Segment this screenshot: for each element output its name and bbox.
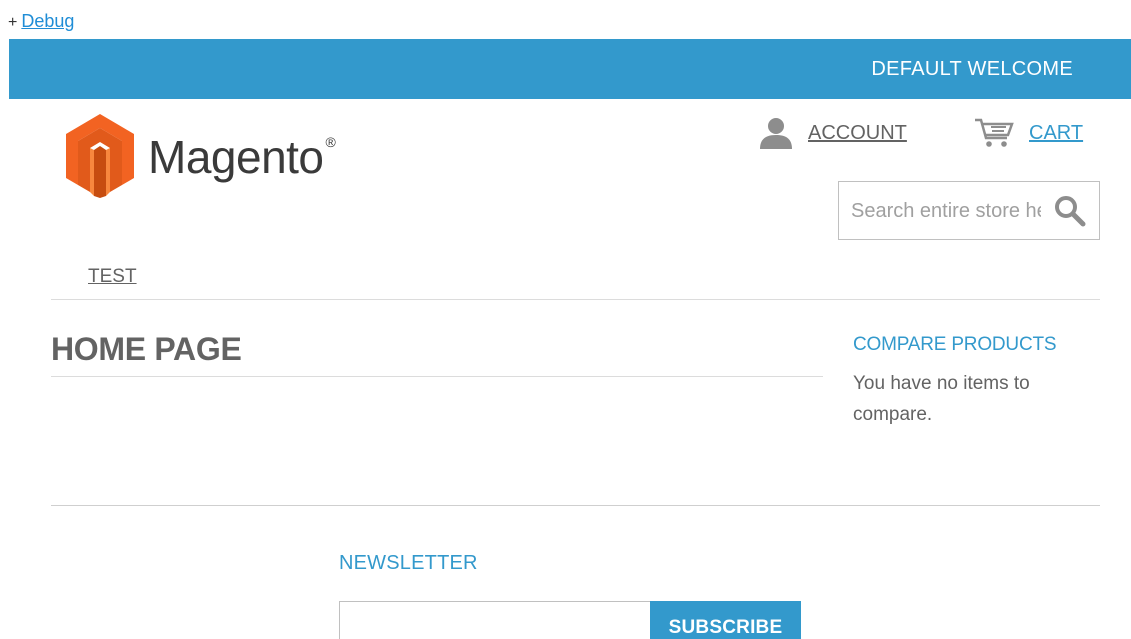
search-icon[interactable]: [1053, 194, 1087, 228]
compare-products-title: COMPARE PRODUCTS: [853, 334, 1057, 355]
search-input[interactable]: [851, 196, 1041, 226]
compare-products-empty-text: You have no items to compare.: [853, 373, 1030, 425]
debug-plus: +: [8, 14, 18, 31]
subscribe-button[interactable]: SUBSCRIBE: [650, 601, 801, 639]
page-title: HOME PAGE: [51, 331, 242, 367]
logo-registered-mark: ®: [325, 134, 336, 150]
debug-link[interactable]: Debug: [21, 11, 74, 31]
cart-label: CART: [1029, 121, 1084, 144]
title-divider: [51, 376, 823, 377]
account-label: ACCOUNT: [808, 121, 907, 144]
logo-wordmark: Magento ®: [148, 131, 336, 183]
store-logo[interactable]: Magento ®: [64, 112, 364, 202]
account-link[interactable]: ACCOUNT: [758, 116, 907, 150]
nav-divider: [51, 299, 1100, 300]
nav-item-test[interactable]: TEST: [88, 266, 137, 288]
newsletter-email-input[interactable]: [339, 601, 651, 639]
cart-link[interactable]: CART: [973, 116, 1083, 150]
top-welcome-bar: DEFAULT WELCOME: [9, 39, 1131, 99]
welcome-message: DEFAULT WELCOME: [871, 58, 1073, 80]
cart-icon: [975, 118, 1014, 147]
user-icon: [760, 118, 792, 149]
magento-logo-icon: [66, 114, 134, 198]
search-box: [838, 181, 1100, 240]
newsletter-title: NEWSLETTER: [339, 552, 478, 574]
debug-toggle: + Debug: [8, 11, 74, 32]
footer-divider: [51, 505, 1100, 506]
